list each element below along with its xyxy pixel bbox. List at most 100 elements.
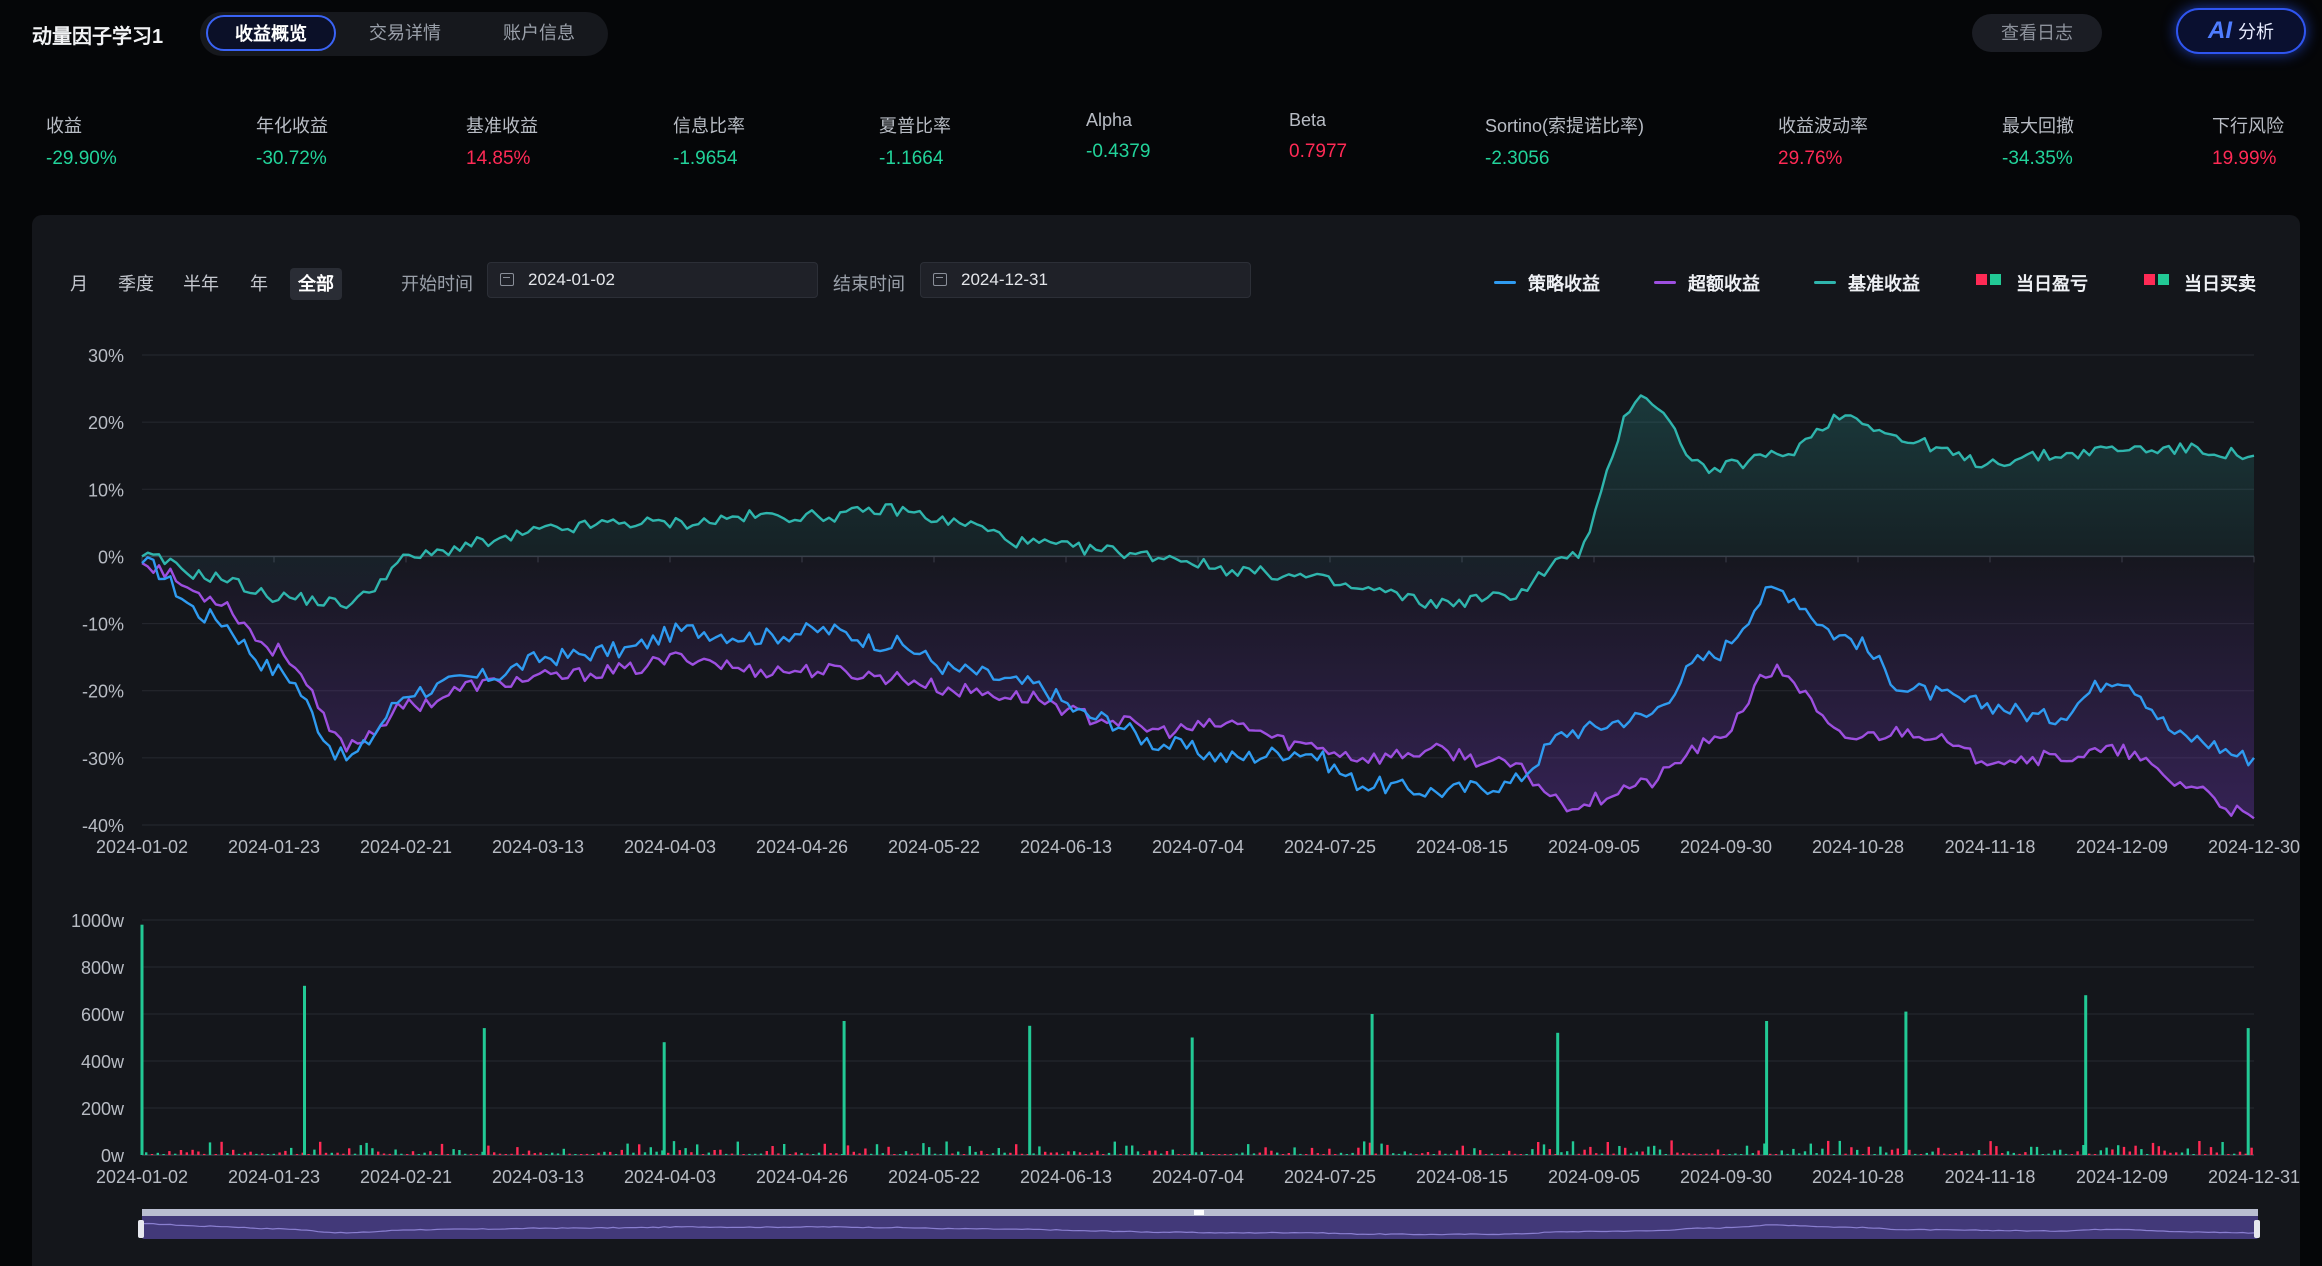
volume-bar: [1218, 1154, 1221, 1155]
volume-bar: [1803, 1151, 1807, 1155]
volume-bar: [313, 1149, 316, 1155]
volume-bar: [255, 1153, 258, 1155]
volume-bar: [435, 1154, 438, 1155]
volume-bar: [440, 1143, 444, 1155]
volume-bar: [945, 1141, 948, 1155]
volume-bar: [991, 1153, 995, 1155]
volume-bar: [1003, 1152, 1006, 1155]
volume-bar: [748, 1153, 751, 1155]
volume-bar: [1131, 1145, 1134, 1155]
volume-bar: [2238, 1151, 2242, 1155]
volume-bar: [1247, 1144, 1250, 1155]
volume-bar: [1438, 1150, 1441, 1155]
volume-bar: [1293, 1147, 1296, 1155]
volume-bar: [1682, 1153, 1685, 1155]
volume-bar: [1171, 1149, 1174, 1155]
volume-bar: [1792, 1148, 1795, 1155]
volume-bar: [1125, 1145, 1128, 1155]
volume-bar: [626, 1143, 629, 1155]
volume-bar: [980, 1150, 983, 1155]
volume-bar: [1600, 1153, 1604, 1155]
volume-bar: [1769, 1153, 1772, 1155]
x-tick-label: 2024-07-04: [1152, 837, 1244, 857]
volume-bar: [742, 1154, 745, 1155]
volume-bar: [1896, 1148, 1899, 1155]
volume-bar: [1241, 1152, 1244, 1155]
volume-bar: [1676, 1152, 1679, 1155]
volume-bar: [1055, 1152, 1058, 1155]
volume-bar: [2215, 1152, 2218, 1155]
volume-bar: [1728, 1154, 1731, 1155]
volume-bar: [295, 1154, 299, 1155]
volume-bar: [1252, 1153, 1256, 1155]
volume-bar: [162, 1154, 165, 1155]
volume-bar: [933, 1153, 937, 1155]
x-tick-label: 2024-01-23: [228, 1167, 320, 1187]
volume-bar: [974, 1151, 977, 1155]
volume-bar: [1154, 1150, 1157, 1155]
volume-bar: [1844, 1153, 1847, 1155]
volume-bar: [150, 1154, 154, 1155]
x-tick-label: 2024-12-31: [2208, 1167, 2300, 1187]
volume-bar: [1044, 1151, 1047, 1155]
volume-bar: [2001, 1153, 2004, 1155]
volume-bar: [237, 1153, 241, 1155]
x-tick-label: 2024-04-26: [756, 837, 848, 857]
volume-bar: [684, 1148, 687, 1155]
volume-bar: [1537, 1142, 1540, 1155]
volume-bar: [1281, 1154, 1285, 1155]
volume-bar: [591, 1154, 594, 1155]
volume-bar: [2076, 1151, 2079, 1155]
volume-bar: [191, 1149, 194, 1155]
volume-bar: [986, 1154, 989, 1155]
volume-bar: [1160, 1153, 1163, 1155]
volume-bar: [1635, 1151, 1638, 1155]
volume-bar: [446, 1154, 449, 1155]
volume-bar-spike: [140, 924, 144, 1155]
volume-bar: [904, 1151, 908, 1155]
y-tick-label: 30%: [88, 346, 124, 366]
chart-canvas: 30%20%10%0%-10%-20%-30%-40%2024-01-02 202…: [71, 346, 2300, 1239]
volume-bar: [638, 1144, 641, 1155]
zoom-slider[interactable]: [138, 1209, 2260, 1239]
volume-bar: [957, 1151, 960, 1155]
volume-bar: [353, 1153, 357, 1155]
volume-bar: [539, 1152, 542, 1155]
volume-bar: [1885, 1152, 1888, 1155]
volume-bar: [1995, 1146, 1998, 1155]
x-tick-label: 2024-06-13: [1020, 1167, 1112, 1187]
volume-bar: [1931, 1151, 1934, 1155]
volume-bar: [736, 1141, 739, 1155]
volume-bars: [140, 924, 2253, 1156]
volume-bar: [1165, 1151, 1169, 1155]
volume-bar: [1612, 1153, 1615, 1155]
x-tick-label: 2024-07-25: [1284, 1167, 1376, 1187]
volume-bar: [232, 1149, 235, 1155]
volume-bar: [2175, 1152, 2178, 1155]
volume-bar: [962, 1154, 966, 1155]
volume-bar: [1960, 1151, 1963, 1155]
volume-bar: [261, 1153, 264, 1155]
volume-bar: [226, 1153, 229, 1155]
volume-bar: [2093, 1154, 2097, 1155]
volume-bar: [817, 1152, 821, 1155]
volume-bar: [1136, 1151, 1140, 1155]
volume-bar: [2169, 1152, 2172, 1155]
volume-bar: [1264, 1147, 1267, 1155]
volume-bar: [1415, 1154, 1418, 1155]
volume-bar: [846, 1145, 850, 1155]
volume-bar: [1345, 1154, 1348, 1155]
volume-bar: [1322, 1154, 1325, 1155]
volume-bar: [243, 1152, 246, 1155]
x-tick-label: 2024-09-05: [1548, 1167, 1640, 1187]
volume-bar: [156, 1152, 159, 1155]
volume-bar: [1032, 1153, 1035, 1155]
volume-bar: [2059, 1149, 2062, 1155]
volume-bar: [1954, 1153, 1957, 1155]
volume-bar: [1595, 1153, 1598, 1155]
volume-bar: [220, 1141, 223, 1155]
volume-bar: [249, 1151, 252, 1155]
volume-bar: [2117, 1145, 2120, 1155]
x-tick-label: 2024-07-25: [1284, 837, 1376, 857]
volume-bar: [1815, 1153, 1818, 1155]
